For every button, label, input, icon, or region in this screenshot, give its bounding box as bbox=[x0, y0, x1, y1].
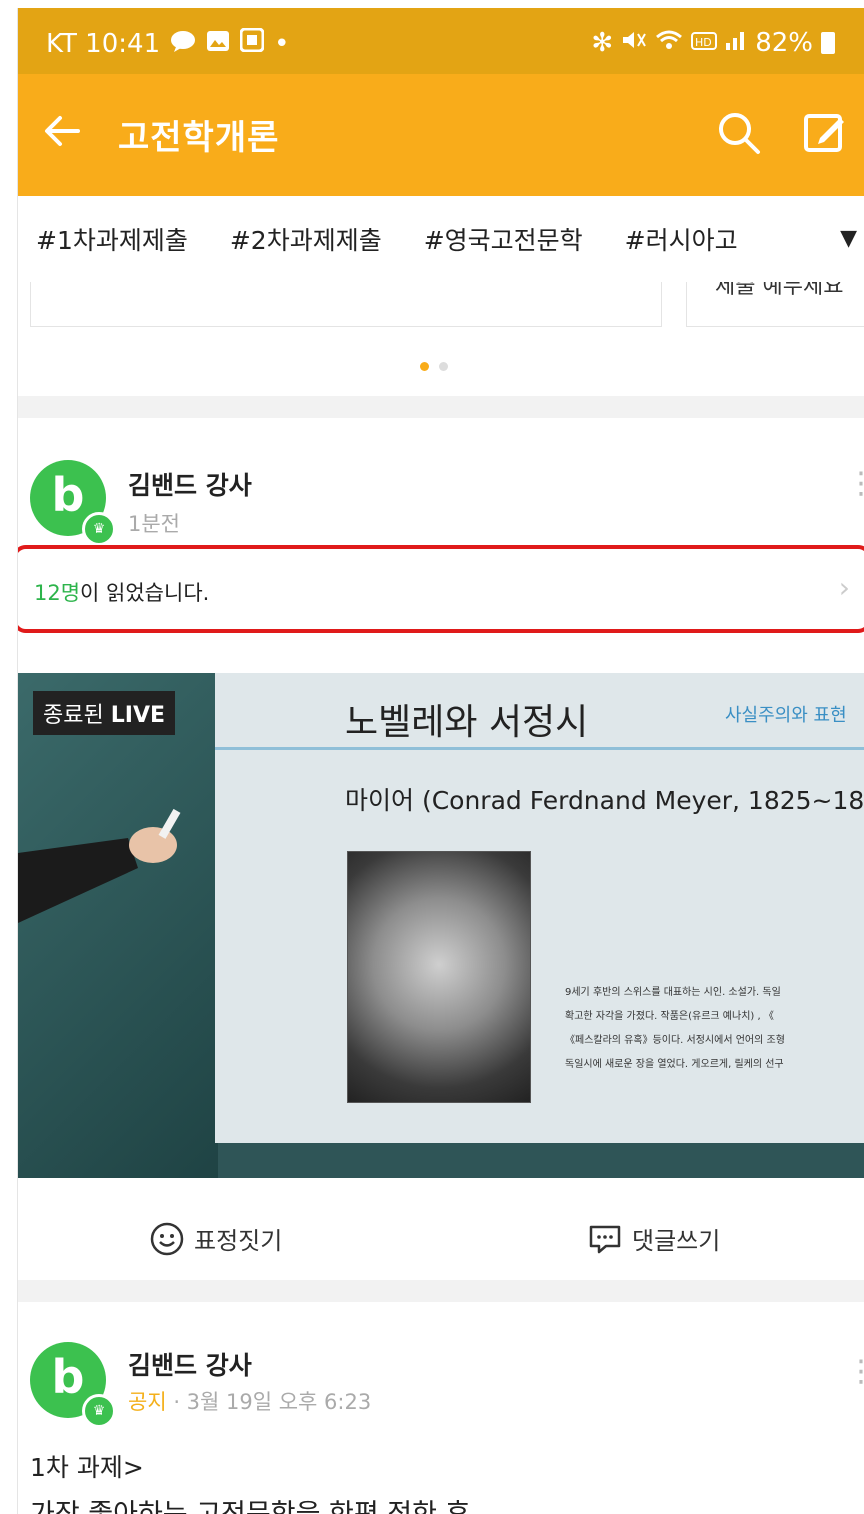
carousel-card-next[interactable]: 제출 예무제요 bbox=[686, 282, 864, 327]
page-title: 고전학개론 bbox=[118, 118, 280, 158]
slide-divider bbox=[215, 747, 864, 750]
more-options-icon[interactable]: ⋮ bbox=[846, 469, 864, 518]
post-date: · 3월 19일 오후 6:23 bbox=[166, 1390, 372, 1414]
carousel: 제출 예무제요 bbox=[18, 282, 864, 392]
live-badge-live: LIVE bbox=[110, 703, 165, 728]
post-time: 1분전 bbox=[128, 512, 181, 536]
portrait-image bbox=[347, 851, 531, 1103]
slide-title: 노벨레와 서정시 bbox=[345, 702, 589, 743]
more-options-icon[interactable]: ⋮ bbox=[846, 1357, 864, 1406]
comment-button[interactable]: 댓글쓰기 bbox=[588, 1221, 720, 1256]
chalkboard bbox=[18, 673, 218, 1178]
tag-4[interactable]: #러시아고 bbox=[625, 221, 738, 257]
read-count: 12명 bbox=[34, 581, 81, 605]
slide-bio: 9세기 후반의 스위스를 대표하는 시인. 소설가. 독일 확고한 자각을 가졌… bbox=[565, 981, 864, 1077]
post-body-line: 가장 좋아하는 고전문학을 한편 정한 후 bbox=[30, 1492, 470, 1514]
slide-subtitle: 사실주의와 표현 bbox=[725, 705, 847, 726]
post-meta: 공지 · 3월 19일 오후 6:23 bbox=[128, 1386, 371, 1416]
post-body-line: 1차 과제> bbox=[30, 1453, 144, 1482]
divider bbox=[18, 396, 864, 418]
live-video-thumbnail[interactable]: 노벨레와 서정시 사실주의와 표현 마이어 (Conrad Ferdnand M… bbox=[18, 673, 864, 1178]
write-icon[interactable] bbox=[802, 110, 848, 156]
post-card: b ♛ 김밴드 강사 1분전 ⋮ 12명이 읽었습니다. › 노벨레와 서정시 … bbox=[18, 418, 864, 1278]
react-button[interactable]: 표정짓기 bbox=[150, 1221, 282, 1256]
gallery-notification-icon bbox=[206, 29, 230, 59]
mute-icon bbox=[621, 28, 647, 58]
comment-label: 댓글쓰기 bbox=[632, 1227, 721, 1255]
tag-1[interactable]: #1차과제제출 bbox=[36, 221, 188, 257]
tag-3[interactable]: #영국고전문학 bbox=[424, 221, 583, 257]
post-card: b ♛ 김밴드 강사 공지 · 3월 19일 오후 6:23 ⋮ 1차 과제> … bbox=[18, 1304, 864, 1514]
hashtag-bar: #1차과제제출 #2차과제제출 #영국고전문학 #러시아고 ▼ bbox=[18, 196, 864, 283]
wifi-icon bbox=[655, 28, 683, 58]
signal-icon bbox=[725, 28, 747, 58]
avatar[interactable]: b ♛ bbox=[30, 460, 116, 546]
carousel-card[interactable] bbox=[30, 282, 662, 327]
read-count-row[interactable]: 12명이 읽었습니다. › bbox=[18, 545, 864, 633]
expand-tags-icon[interactable]: ▼ bbox=[840, 226, 857, 251]
chevron-right-icon: › bbox=[838, 571, 850, 604]
app-notification-icon bbox=[239, 27, 265, 59]
lecture-slide: 노벨레와 서정시 사실주의와 표현 마이어 (Conrad Ferdnand M… bbox=[215, 673, 864, 1143]
bio-line: 9세기 후반의 스위스를 대표하는 시인. 소설가. 독일 bbox=[565, 987, 781, 998]
bio-line: 《페스칼라의 유혹》등이다. 서정시에서 언어의 조형 bbox=[565, 1035, 785, 1046]
crown-icon: ♛ bbox=[82, 1394, 116, 1428]
chat-notification-icon bbox=[170, 29, 196, 59]
read-count-text: 12명이 읽었습니다. bbox=[34, 577, 209, 607]
carrier-time: KT 10:41 bbox=[46, 28, 161, 59]
bio-line: 독일시에 새로운 장을 열었다. 게오르게, 릴케의 선구 bbox=[565, 1059, 784, 1070]
read-suffix: 이 읽었습니다. bbox=[80, 581, 210, 605]
notice-label: 공지 bbox=[128, 1390, 167, 1414]
carousel-card-text: 제출 예무제요 bbox=[715, 282, 844, 299]
divider bbox=[18, 1280, 864, 1302]
battery-percent: 82% bbox=[755, 28, 813, 58]
app-screen: KT 10:41 • ✻ HD 82% 고전학개론 #1차과제제출 #2차과제제… bbox=[17, 8, 864, 1514]
more-notifications-icon: • bbox=[274, 28, 290, 59]
crown-icon: ♛ bbox=[82, 512, 116, 546]
post-author[interactable]: 김밴드 강사 bbox=[128, 466, 252, 502]
svg-text:HD: HD bbox=[695, 36, 712, 49]
react-label: 표정짓기 bbox=[194, 1227, 283, 1255]
bio-line: 확고한 자각을 가졌다. 작품은(유르크 예나치) , 《 bbox=[565, 1011, 774, 1022]
battery-icon bbox=[821, 32, 835, 54]
post-actions: 표정짓기 댓글쓰기 bbox=[18, 1203, 864, 1273]
back-arrow-icon[interactable] bbox=[38, 106, 88, 156]
ended-live-badge: 종료된 LIVE bbox=[33, 691, 175, 735]
hd-icon: HD bbox=[691, 28, 718, 58]
slide-heading: 마이어 (Conrad Ferdnand Meyer, 1825~1898 bbox=[345, 786, 864, 815]
carousel-pagination bbox=[420, 362, 448, 371]
app-bar: 고전학개론 bbox=[18, 74, 864, 196]
smiley-icon bbox=[150, 1222, 184, 1255]
lecturer-arm-image bbox=[18, 808, 181, 923]
tag-2[interactable]: #2차과제제출 bbox=[230, 221, 382, 257]
pagination-dot bbox=[439, 362, 448, 371]
bluetooth-icon: ✻ bbox=[591, 28, 614, 58]
search-icon[interactable] bbox=[716, 110, 762, 156]
post-author[interactable]: 김밴드 강사 bbox=[128, 1346, 252, 1382]
status-bar: KT 10:41 • ✻ HD 82% bbox=[18, 8, 864, 74]
comment-icon bbox=[589, 1225, 621, 1253]
avatar[interactable]: b ♛ bbox=[30, 1342, 116, 1428]
live-badge-prefix: 종료된 bbox=[43, 703, 104, 728]
pagination-dot-active bbox=[420, 362, 429, 371]
